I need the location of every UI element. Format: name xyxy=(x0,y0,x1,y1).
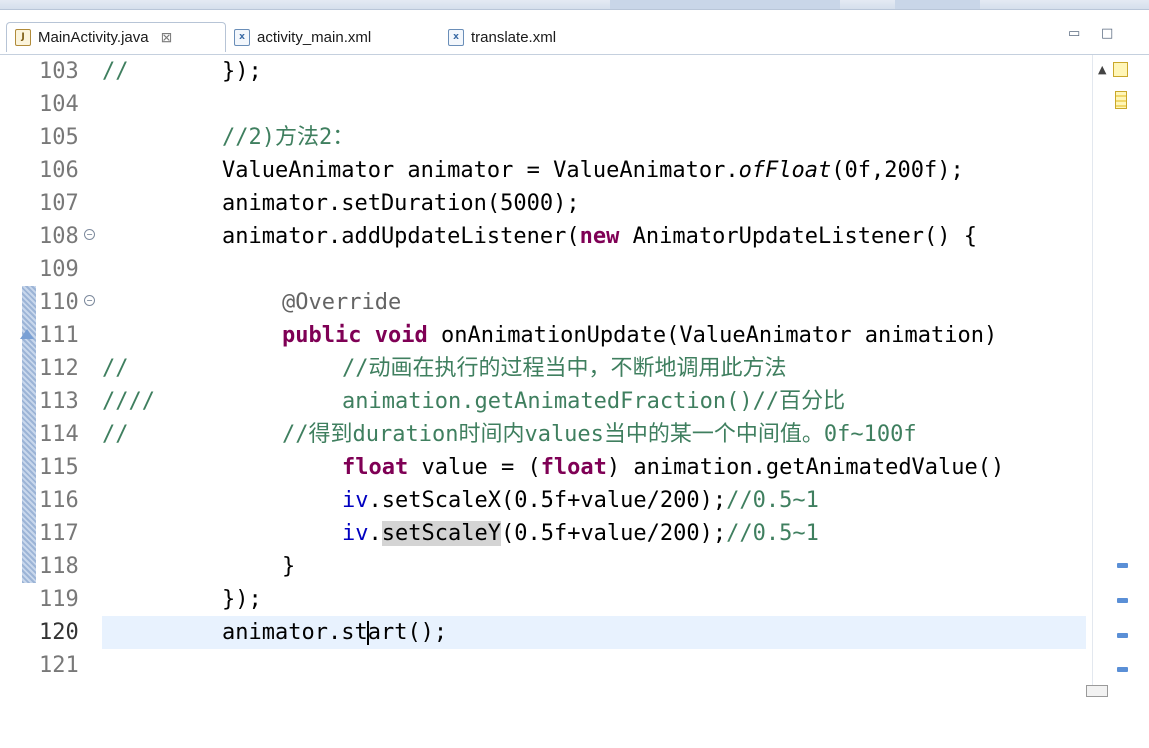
code-comment: animation.getAnimatedFraction()//百分比 xyxy=(342,389,846,414)
code-text: animator.addUpdateListener(new AnimatorU… xyxy=(222,224,977,249)
line-number: 106 xyxy=(39,158,79,183)
code-line-current: 120 animator.start(); xyxy=(0,616,1090,649)
code-text: ValueAnimator animator = ValueAnimator.o… xyxy=(222,154,964,187)
tab-label: activity_main.xml xyxy=(257,28,372,46)
code-text: iv.setScaleX(0.5f+value/200);//0.5~1 xyxy=(342,488,819,513)
code-field: iv xyxy=(342,488,369,513)
code-field: iv xyxy=(342,521,369,546)
occurrence-marker-icon[interactable] xyxy=(1115,91,1127,109)
code-comment: //0.5~1 xyxy=(726,521,819,546)
occurrence-mark[interactable] xyxy=(1117,667,1128,672)
code-static-method: ofFloat xyxy=(738,158,832,183)
line-number: 103 xyxy=(39,59,79,84)
code-keyword: void xyxy=(374,323,428,348)
code-annotation: @Override xyxy=(282,290,402,315)
code-line: 112 // //动画在执行的过程当中，不断地调用此方法 xyxy=(0,352,1090,385)
line-number: 107 xyxy=(39,191,79,216)
code-text: }); xyxy=(222,59,262,84)
tab-label: translate.xml xyxy=(471,28,557,46)
code-comment: //动画在执行的过程当中，不断地调用此方法 xyxy=(342,356,787,381)
code-line: 116 iv.setScaleX(0.5f+value/200);//0.5~1 xyxy=(0,484,1090,517)
code-line: 108 − animator.addUpdateListener(new Ani… xyxy=(0,220,1090,253)
occurrence-mark[interactable] xyxy=(1117,563,1128,568)
top-strip-segment xyxy=(610,0,840,9)
tab-activity-main-xml[interactable]: x activity_main.xml xyxy=(226,22,426,52)
line-comment-prefix: // xyxy=(102,356,129,381)
fold-collapse-icon[interactable]: − xyxy=(84,295,95,306)
code-text: public void onAnimationUpdate(ValueAnima… xyxy=(282,323,998,348)
code-line: 111 public void onAnimationUpdate(ValueA… xyxy=(0,319,1090,352)
tab-mainactivity-java[interactable]: J MainActivity.java ⊠ xyxy=(6,22,226,52)
code-line: 105 //2)方法2： xyxy=(0,121,1090,154)
code-line: 103 // }); xyxy=(0,55,1090,88)
code-segment: (0f,200f); xyxy=(831,158,964,183)
fold-collapse-icon[interactable]: − xyxy=(84,229,95,240)
code-line: 113 //// animation.getAnimatedFraction()… xyxy=(0,385,1090,418)
code-comment: //0.5~1 xyxy=(726,488,819,513)
close-tab-icon[interactable]: ⊠ xyxy=(161,29,173,46)
line-number: 104 xyxy=(39,92,79,117)
code-line: 115 float value = (float) animation.getA… xyxy=(0,451,1090,484)
code-keyword: new xyxy=(579,224,620,249)
code-text: iv.setScaleY(0.5f+value/200);//0.5~1 xyxy=(342,521,819,546)
line-number: 116 xyxy=(39,488,79,513)
line-number: 119 xyxy=(39,587,79,612)
java-file-icon: J xyxy=(15,29,31,46)
code-comment: //得到duration时间内values当中的某一个中间值。0f~100f xyxy=(282,422,917,447)
code-line: 109 xyxy=(0,253,1090,286)
code-line: 117 iv.setScaleY(0.5f+value/200);//0.5~1 xyxy=(0,517,1090,550)
line-number: 111 xyxy=(39,323,79,348)
tab-label: MainActivity.java xyxy=(38,29,149,46)
line-number: 105 xyxy=(39,125,79,150)
line-comment-prefix: // xyxy=(102,59,129,84)
code-line: 107 animator.setDuration(5000); xyxy=(0,187,1090,220)
code-text: animator.setDuration(5000); xyxy=(222,191,580,216)
top-strip-segment xyxy=(895,0,980,9)
line-number: 113 xyxy=(39,389,79,414)
code-editor[interactable]: 103 // }); 104 105 //2)方法2： 106 ValueAni… xyxy=(0,55,1149,697)
code-text: float value = (float) animation.getAnima… xyxy=(342,455,1005,480)
xml-file-icon: x xyxy=(234,28,250,46)
code-line: 119 }); xyxy=(0,583,1090,616)
line-comment-prefix: //// xyxy=(102,389,155,414)
code-line: 114 // //得到duration时间内values当中的某一个中间值。0f… xyxy=(0,418,1090,451)
code-line: 110 − @Override xyxy=(0,286,1090,319)
code-keyword: public xyxy=(282,323,362,348)
scrollbar-corner[interactable] xyxy=(1086,685,1108,697)
code-line: 118 } xyxy=(0,550,1090,583)
xml-file-icon: x xyxy=(448,28,464,46)
code-text: }); xyxy=(222,587,262,612)
window-top-strip xyxy=(0,0,1149,10)
line-number: 120 xyxy=(39,620,79,645)
line-number: 115 xyxy=(39,455,79,480)
occurrence-mark[interactable] xyxy=(1117,598,1128,603)
scroll-up-icon[interactable]: ▲ xyxy=(1098,63,1106,76)
code-comment: //2)方法2： xyxy=(222,125,355,150)
line-number: 118 xyxy=(39,554,79,579)
maximize-icon[interactable]: □ xyxy=(1101,26,1113,41)
text-cursor xyxy=(366,621,369,645)
code-text: animator.start(); xyxy=(222,620,448,645)
line-number: 121 xyxy=(39,653,79,678)
selected-text: setScaleY xyxy=(381,521,501,546)
warning-marker-icon[interactable] xyxy=(1113,62,1128,77)
line-number: 114 xyxy=(39,422,79,447)
code-line: 104 xyxy=(0,88,1090,121)
line-comment-prefix: // xyxy=(102,422,129,447)
line-number: 112 xyxy=(39,356,79,381)
code-keyword: float xyxy=(540,455,607,480)
code-line: 106 ValueAnimator animator = ValueAnimat… xyxy=(0,154,1090,187)
occurrence-mark[interactable] xyxy=(1117,633,1128,638)
line-number: 109 xyxy=(39,257,79,282)
code-keyword: float xyxy=(342,455,409,480)
minimize-icon[interactable]: ▭ xyxy=(1068,26,1080,41)
code-line: 121 xyxy=(0,649,1090,682)
code-text: } xyxy=(282,554,296,579)
tab-translate-xml[interactable]: x translate.xml xyxy=(440,22,600,52)
overview-ruler[interactable]: ▲ xyxy=(1092,55,1149,697)
editor-tab-bar: J MainActivity.java ⊠ x activity_main.xm… xyxy=(0,18,1149,54)
code-segment: ValueAnimator animator = ValueAnimator. xyxy=(222,158,739,183)
line-number: 117 xyxy=(39,521,79,546)
